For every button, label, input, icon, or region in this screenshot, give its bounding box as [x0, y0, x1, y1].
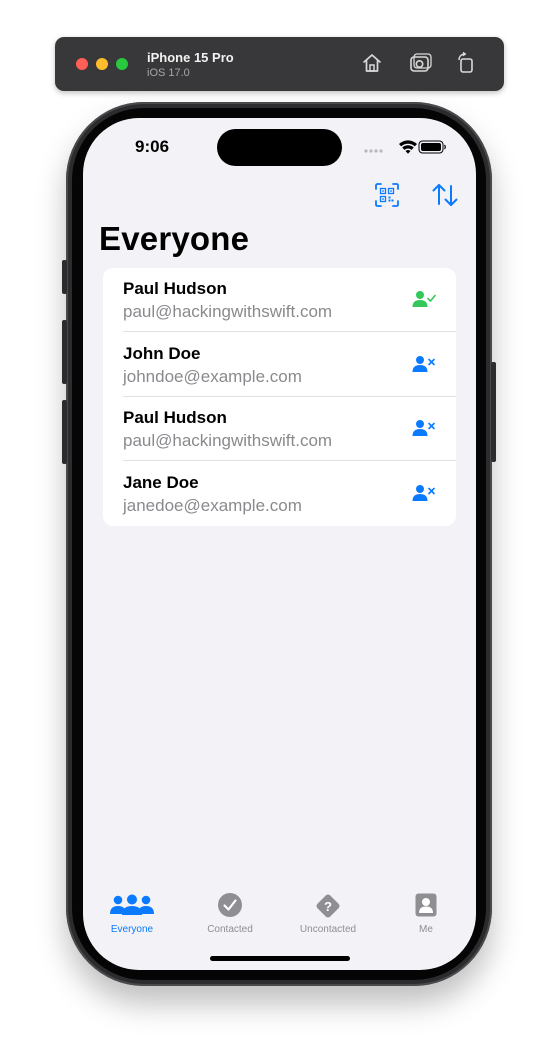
- volume-down-button: [62, 400, 67, 464]
- simulator-toolbar: iPhone 15 Pro iOS 17.0: [55, 37, 504, 91]
- questionmark-diamond-icon: ?: [316, 894, 340, 918]
- tab-everyone[interactable]: Everyone: [83, 888, 181, 948]
- status-time: 9:06: [135, 137, 170, 156]
- close-window-button[interactable]: [76, 58, 88, 70]
- person-check-icon: [412, 291, 436, 307]
- list-item[interactable]: Paul Hudson paul@hackingwithswift.com: [103, 397, 456, 461]
- svg-text:?: ?: [324, 899, 332, 914]
- contact-list: Paul Hudson paul@hackingwithswift.com Jo…: [103, 268, 456, 526]
- screenshot-button[interactable]: [409, 51, 433, 75]
- os-version: iOS 17.0: [147, 67, 190, 79]
- rotate-icon: [458, 51, 473, 73]
- tab-uncontacted[interactable]: ? Uncontacted: [279, 888, 377, 948]
- row-separator: [123, 331, 456, 332]
- wifi-icon: [399, 140, 417, 154]
- status-icons: [364, 140, 446, 154]
- list-item[interactable]: Paul Hudson paul@hackingwithswift.com: [103, 268, 456, 332]
- tab-label: Me: [419, 924, 433, 935]
- tab-label: Uncontacted: [299, 924, 357, 935]
- contact-name: Paul Hudson: [123, 408, 227, 427]
- minimize-window-button[interactable]: [96, 58, 108, 70]
- home-icon: [363, 54, 381, 72]
- home-indicator: [210, 956, 350, 961]
- scan-qr-button[interactable]: [374, 182, 400, 208]
- row-separator: [123, 460, 456, 461]
- cellular-signal-icon: [364, 149, 383, 153]
- contact-email: janedoe@example.com: [123, 496, 302, 515]
- list-item[interactable]: Jane Doe janedoe@example.com: [103, 462, 456, 526]
- contact-name: Paul Hudson: [123, 279, 227, 298]
- screenshot-icon: [410, 53, 432, 72]
- checkmark-circle-icon: [218, 893, 242, 917]
- people-icon: [110, 894, 154, 915]
- contact-email: johndoe@example.com: [123, 367, 302, 386]
- battery-icon: [418, 140, 446, 154]
- tab-contacted[interactable]: Contacted: [181, 888, 279, 948]
- tab-me[interactable]: Me: [377, 888, 475, 948]
- person-x-icon: [412, 420, 435, 436]
- contact-name: Jane Doe: [123, 473, 199, 492]
- person-square-icon: [415, 893, 437, 917]
- sort-button[interactable]: [431, 182, 458, 208]
- device-name: iPhone 15 Pro: [147, 50, 234, 65]
- home-button[interactable]: [360, 51, 384, 75]
- person-x-icon: [412, 356, 435, 372]
- person-x-icon: [412, 485, 435, 501]
- zoom-window-button[interactable]: [116, 58, 128, 70]
- contact-email: paul@hackingwithswift.com: [123, 302, 333, 321]
- qr-scan-icon: [375, 183, 399, 207]
- tab-label: Contacted: [207, 924, 253, 935]
- dynamic-island: [217, 129, 342, 166]
- action-button: [62, 260, 67, 294]
- contact-name: John Doe: [123, 344, 201, 363]
- phone-screen: 9:06 Everyone Paul Hudson paul@hackingwi…: [83, 118, 476, 970]
- list-item[interactable]: John Doe johndoe@example.com: [103, 333, 456, 397]
- volume-up-button: [62, 320, 67, 384]
- sort-arrows-icon: [432, 184, 458, 206]
- contact-email: paul@hackingwithswift.com: [123, 431, 333, 450]
- page-title: Everyone: [99, 220, 250, 257]
- tab-label: Everyone: [110, 924, 154, 935]
- rotate-button[interactable]: [454, 51, 478, 75]
- power-button: [491, 362, 496, 462]
